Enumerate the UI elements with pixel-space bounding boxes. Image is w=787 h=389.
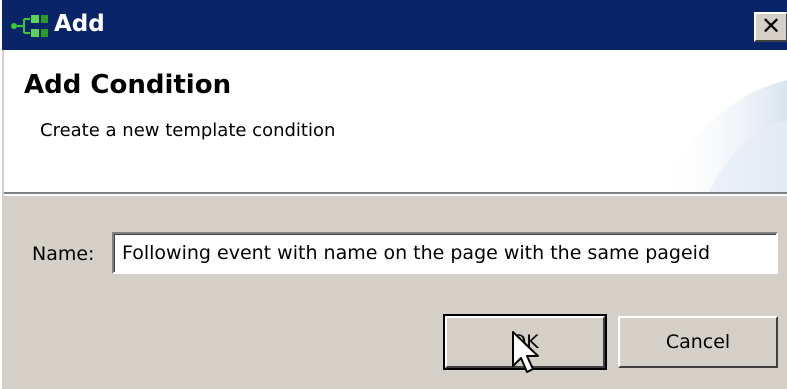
add-dialog: Add ✕ Add Condition Create a new templat… bbox=[0, 0, 787, 389]
page-description: Create a new template condition bbox=[40, 120, 336, 141]
window-title: Add bbox=[54, 11, 105, 37]
header-banner: Add Condition Create a new template cond… bbox=[4, 50, 787, 192]
banner-decoration bbox=[659, 80, 787, 192]
template-condition-icon bbox=[10, 14, 50, 38]
close-button[interactable]: ✕ bbox=[754, 12, 787, 42]
cancel-button[interactable]: Cancel bbox=[618, 316, 778, 368]
page-title: Add Condition bbox=[24, 70, 232, 100]
name-label: Name: bbox=[32, 243, 95, 265]
title-bar[interactable]: Add ✕ bbox=[2, 0, 787, 50]
name-input[interactable]: Following event with name on the page wi… bbox=[112, 232, 778, 274]
ok-button[interactable]: OK bbox=[443, 314, 607, 370]
close-icon: ✕ bbox=[760, 12, 782, 40]
separator-highlight bbox=[4, 194, 787, 196]
